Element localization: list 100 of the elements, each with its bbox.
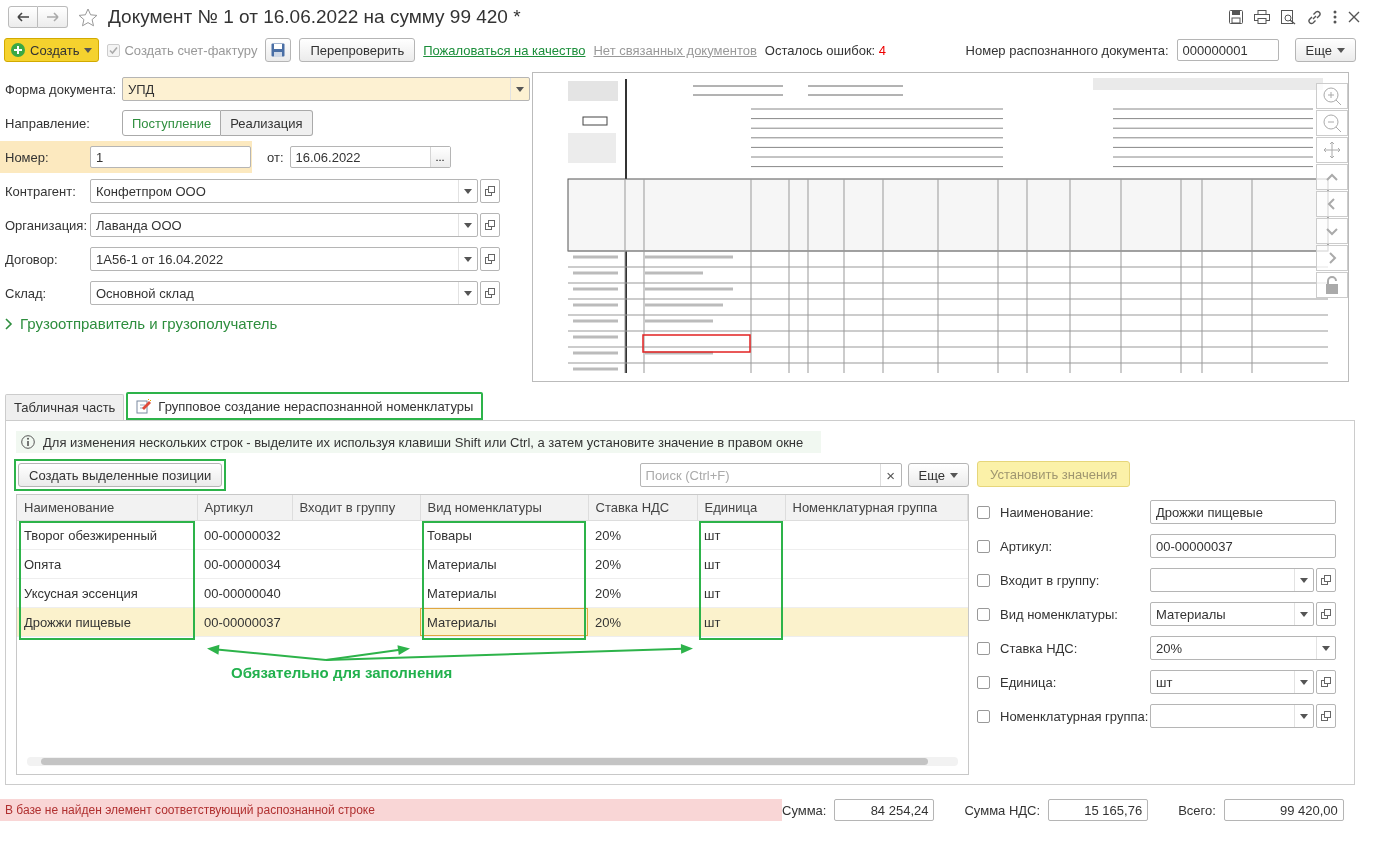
print-icon[interactable] [1254,10,1270,24]
select-field[interactable]: Конфетпром ООО [90,179,478,203]
caret-icon [84,47,93,53]
move-button[interactable] [1316,137,1348,163]
arrow-left-icon [17,12,29,22]
chevron-up-button[interactable] [1316,164,1348,190]
lock-button[interactable] [1316,272,1348,298]
open-window-icon [1321,677,1331,687]
column-header[interactable]: Наименование [17,495,197,521]
arrow-right-icon [46,12,59,22]
table-cell: 20% [588,549,697,579]
select-field[interactable]: шт [1150,670,1314,694]
select-field[interactable]: 20% [1150,636,1336,660]
column-header[interactable]: Ставка НДС [588,495,697,521]
column-header[interactable]: Артикул [197,495,292,521]
open-button[interactable] [1316,568,1336,592]
save-icon[interactable] [1229,10,1243,24]
checkbox[interactable] [977,539,990,553]
collapsible-group-header[interactable]: Грузоотправитель и грузополучатель [5,315,532,332]
open-window-icon [485,220,495,230]
text-field[interactable]: Дрожжи пищевые [1150,500,1336,524]
move-icon [1322,140,1342,160]
caret-icon [1337,47,1345,53]
link-icon[interactable] [1307,9,1322,25]
field-label: от: [267,149,284,165]
horizontal-scrollbar[interactable] [27,757,958,766]
search-field[interactable]: Поиск (Ctrl+F) × [639,463,902,487]
open-button[interactable] [1316,670,1336,694]
column-header[interactable]: Вид номенклатуры [420,495,588,521]
open-button[interactable] [480,247,500,271]
more-icon[interactable] [1333,10,1337,24]
field-label: Наименование: [1000,504,1095,520]
recheck-button[interactable]: Перепроверить [299,38,416,62]
open-button[interactable] [480,179,500,203]
total-field: 15 165,76 [1048,799,1149,821]
field-label: Организация: [5,217,89,233]
checkbox[interactable] [977,675,990,689]
column-header[interactable]: Единица [697,495,785,521]
checkbox[interactable] [977,505,990,519]
checkbox[interactable] [977,607,990,621]
select-field[interactable] [1150,568,1314,592]
chevron-left-button[interactable] [1316,191,1348,217]
back-button[interactable] [8,6,38,28]
direction-toggle[interactable]: Поступление [122,110,222,136]
column-header[interactable]: Входит в группу [292,495,420,521]
open-button[interactable] [480,213,500,237]
table-cell: 00-00000032 [197,520,292,550]
select-field[interactable]: 1А56-1 от 16.04.2022 [90,247,478,271]
open-button[interactable] [480,281,500,305]
caret-icon [1300,713,1308,719]
caret-icon [516,86,524,92]
open-window-icon [1321,575,1331,585]
window-title: Документ № 1 от 16.06.2022 на сумму 99 420 * [108,6,521,28]
field-label: Контрагент: [5,183,77,199]
open-button[interactable] [1316,704,1336,728]
select-field[interactable]: Основной склад [90,281,478,305]
save-button[interactable] [265,38,292,62]
column-header[interactable]: Номенклатурная группа [785,495,968,521]
checkmark-icon [108,44,120,56]
checkbox[interactable] [977,709,990,723]
select-field[interactable]: Лаванда ООО [90,213,478,237]
create-button[interactable]: Создать [4,38,100,62]
zoom-in-button[interactable] [1316,83,1348,109]
annotation-text: Обязательно для заполнения [231,664,453,681]
table-cell: 00-00000037 [197,607,292,637]
open-button[interactable] [1316,602,1336,626]
table-cell: Опята [17,549,197,579]
close-icon[interactable] [1348,11,1360,23]
tab[interactable]: Табличная часть [5,394,125,420]
date-field[interactable]: 16.06.2022 ... [289,146,451,168]
table-cell: Материалы [420,607,588,637]
checkbox[interactable] [977,573,990,587]
recognized-number-field[interactable]: 000000001 [1176,39,1279,61]
zoom-out-button[interactable] [1316,110,1348,136]
select-field[interactable]: Материалы [1150,602,1314,626]
clear-button[interactable]: × [879,464,901,486]
field-label: Номер распознанного документа: [965,42,1169,58]
total-label: Сумма НДС: [964,802,1041,818]
plus-circle-icon [11,43,25,57]
caret-icon [950,472,958,478]
direction-toggle[interactable]: Реализация [221,110,313,136]
date-picker-button[interactable]: ... [429,147,450,167]
chevron-right-button[interactable] [1316,245,1348,271]
field-label: Направление: [5,115,91,131]
caret-icon [464,290,472,296]
create-selected-button[interactable]: Создать выделенные позиции [18,463,223,487]
total-label: Сумма: [782,802,827,818]
more-button[interactable]: Еще [907,463,969,487]
more-button[interactable]: Еще [1294,38,1356,62]
checkbox[interactable] [977,641,990,655]
preview-icon[interactable] [1281,9,1296,25]
complain-link[interactable]: Пожаловаться на качество [423,42,586,58]
table-cell: Уксусная эссенция [17,578,197,608]
tab[interactable]: Групповое создание нераспознанной номенклатуры [126,392,484,420]
select-field[interactable] [1150,704,1314,728]
star-icon[interactable] [78,7,98,27]
document-form-select[interactable]: УПД [122,77,530,101]
text-field[interactable]: 00-00000037 [1150,534,1336,558]
chevron-down-button[interactable] [1316,218,1348,244]
number-field[interactable]: 1 [90,146,251,168]
